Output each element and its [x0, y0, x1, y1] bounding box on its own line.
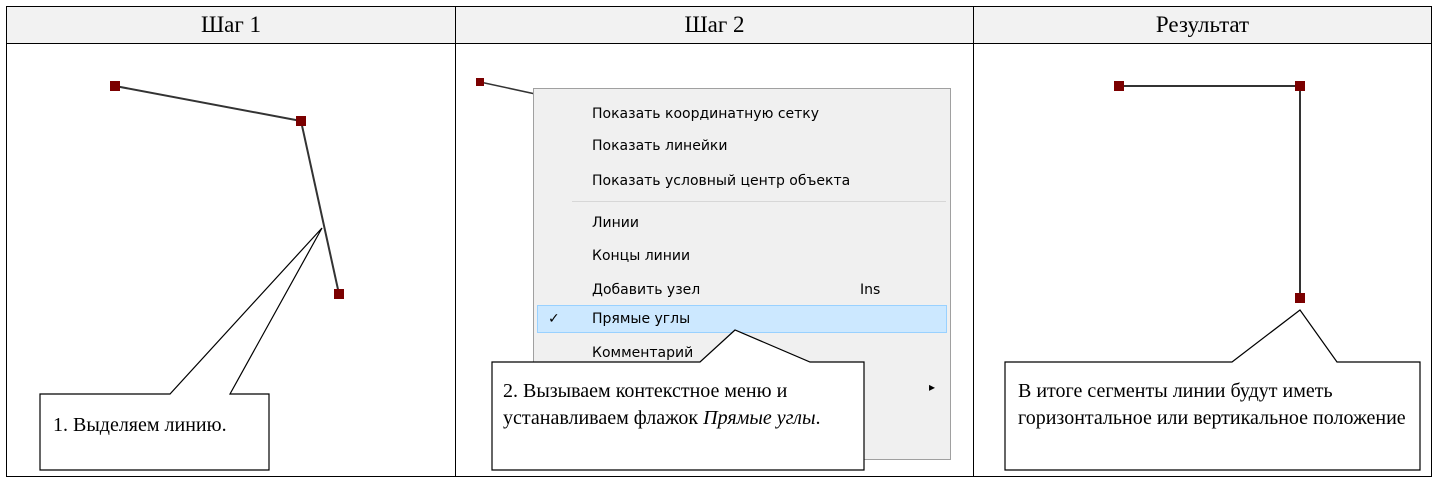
- result-callout-text: В итоге сегменты линии будут иметь гориз…: [1018, 380, 1406, 429]
- line-node: [1114, 81, 1124, 91]
- line-node: [1295, 293, 1305, 303]
- line-node: [1295, 81, 1305, 91]
